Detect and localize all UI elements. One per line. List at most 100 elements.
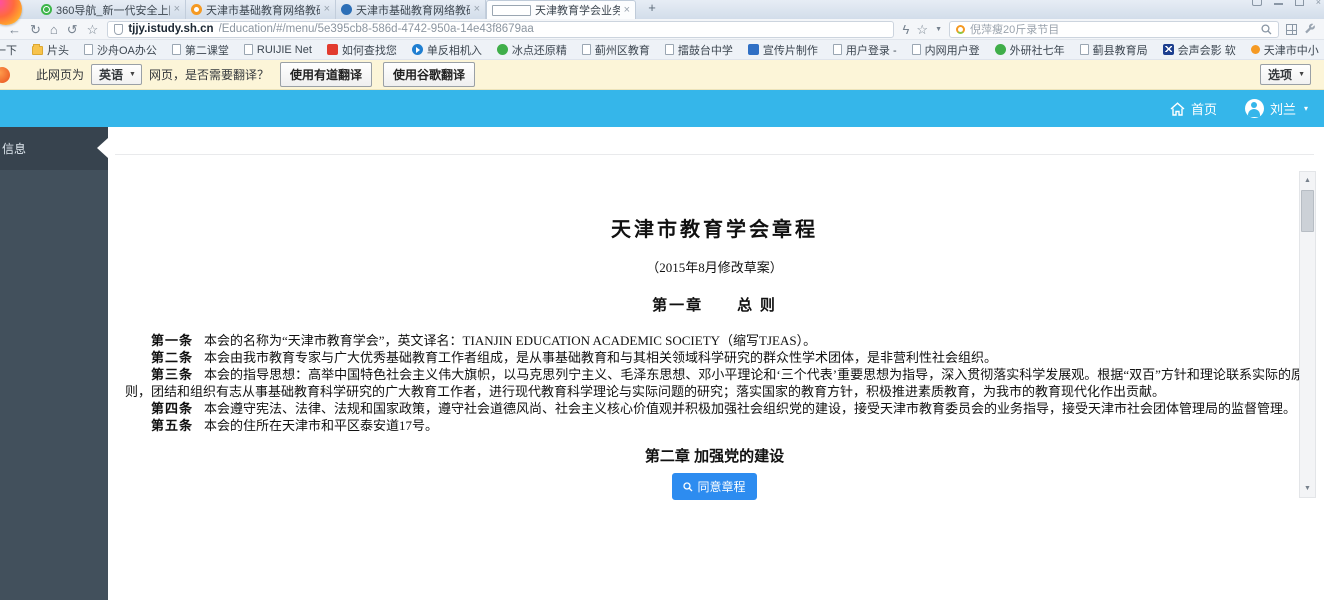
scroll-up-icon[interactable]: ▲ — [1300, 173, 1315, 188]
tab-favicon-blue-icon — [341, 4, 352, 15]
bookmark-item[interactable]: 片头 — [32, 42, 69, 58]
user-menu[interactable]: 刘兰 ▾ — [1244, 99, 1308, 118]
home-nav[interactable]: 首页 — [1170, 99, 1217, 118]
new-tab-button[interactable]: + — [640, 0, 664, 16]
youdao-translate-button[interactable]: 使用有道翻译 — [279, 62, 372, 87]
agree-charter-button[interactable]: 同意章程 — [672, 473, 757, 500]
tab-360-nav[interactable]: 360导航_新一代安全上网导航 × — [36, 0, 186, 19]
bookmark-item[interactable]: 一下 — [0, 42, 17, 58]
bookmark-label: 一下 — [0, 44, 17, 57]
tab-xuehui-active[interactable]: 天津教育学会业务管理平台 × — [486, 0, 636, 19]
bookmark-star-icon[interactable]: ☆ — [916, 23, 928, 36]
user-name: 刘兰 — [1269, 102, 1296, 117]
bookmark-label: 会声会影 软 — [1177, 44, 1236, 57]
tab-title: 天津教育学会业务管理平台 — [535, 5, 620, 17]
options-caret-icon: ▼ — [1298, 71, 1305, 78]
bookmark-item[interactable]: 天津市中小 — [1250, 42, 1319, 58]
translate-prefix: 此网页为 — [36, 68, 85, 82]
bookmark-item[interactable]: 宣传片制作 — [747, 42, 818, 58]
reload-icon[interactable]: ↻ — [30, 23, 41, 36]
translate-question: 网页，是否需要翻译？ — [148, 68, 269, 82]
magnifier-icon — [683, 481, 693, 491]
tab-close-icon[interactable]: × — [174, 4, 180, 15]
maximize-icon[interactable] — [1294, 0, 1304, 6]
home-icon[interactable]: ⌂ — [50, 23, 58, 36]
bookmark-item[interactable]: 内网用户登 — [911, 42, 980, 58]
sidebar: 信息 — [0, 127, 108, 600]
document-scrollbar[interactable]: ▲ ▼ — [1299, 171, 1316, 498]
options-label: 选项 — [1268, 68, 1293, 82]
minimize-icon[interactable] — [1273, 0, 1283, 5]
blue-badge-icon — [747, 44, 759, 55]
article-1: 第一条 本会的名称为“天津市教育学会”，英文译名：TIANJIN EDUCATIO… — [125, 332, 1304, 349]
magnifier-icon[interactable] — [1261, 23, 1272, 35]
charter-articles: 第一条 本会的名称为“天津市教育学会”，英文译名：TIANJIN EDUCATIO… — [125, 332, 1304, 434]
videostudio-v-icon — [1162, 44, 1174, 55]
tab-jiaoyan-2[interactable]: 天津市基础教育网络教研平台 × — [336, 0, 486, 19]
language-value: 英语 — [99, 68, 124, 82]
green-circle-icon — [496, 44, 508, 55]
bookmark-item[interactable]: 会声会影 软 — [1162, 42, 1236, 58]
bookmark-item[interactable]: 冰点还原精 — [496, 42, 567, 58]
tab-jiaoyan-1[interactable]: 天津市基础教育网络教研平台 × — [186, 0, 336, 19]
bookmark-label: 蓟县教育局 — [1092, 44, 1148, 57]
bookmark-item[interactable]: 擂鼓台中学 — [664, 42, 733, 58]
bookmark-label: 内网用户登 — [924, 44, 980, 57]
bookmark-label: 沙舟OA办公 — [97, 44, 157, 57]
sidebar-item-info[interactable]: 信息 — [0, 127, 108, 170]
translate-bar: 此网页为 英语 ▼ 网页，是否需要翻译？ 使用有道翻译 使用谷歌翻译 选项 ▼ — [0, 60, 1324, 90]
site-shield-icon[interactable] — [114, 23, 124, 35]
bookmark-item[interactable]: 如何查找您 — [326, 42, 397, 58]
theme-skin-icon[interactable] — [1251, 0, 1262, 6]
tab-favicon-360-icon — [41, 4, 52, 15]
page-icon — [581, 44, 591, 55]
scroll-down-icon[interactable]: ▼ — [1300, 481, 1315, 496]
tab-close-icon[interactable]: × — [474, 4, 480, 15]
tab-title: 天津市基础教育网络教研平台 — [206, 4, 320, 17]
tab-favicon-document-icon — [492, 4, 531, 16]
options-button[interactable]: 选项 ▼ — [1260, 64, 1311, 85]
tab-title: 360导航_新一代安全上网导航 — [56, 4, 170, 17]
bookmark-item[interactable]: 蓟州区教育 — [581, 42, 650, 58]
article-text: 本会的名称为“天津市教育学会”，英文译名：TIANJIN EDUCATION A… — [204, 333, 817, 348]
window-close-icon[interactable]: × — [1316, 0, 1321, 7]
undo-icon[interactable]: ↺ — [67, 23, 78, 36]
bookmark-item[interactable]: 第二课堂 — [171, 42, 229, 58]
play-circle-icon — [411, 44, 423, 55]
document-title: 天津市教育学会章程 — [611, 219, 818, 241]
tab-title: 天津市基础教育网络教研平台 — [356, 4, 470, 17]
bookmark-item[interactable]: 单反相机入 — [411, 42, 482, 58]
page-icon — [664, 44, 674, 55]
bookmark-item[interactable]: 用户登录 - — [832, 42, 897, 58]
apps-grid-icon[interactable] — [1286, 23, 1297, 35]
bookmark-label: 擂鼓台中学 — [677, 44, 733, 57]
url-dropdown-icon[interactable]: ▼ — [935, 23, 942, 36]
page-icon — [243, 44, 253, 55]
favorite-star-icon[interactable]: ☆ — [87, 23, 99, 36]
scrollbar-thumb[interactable] — [1301, 190, 1314, 232]
bookmark-item[interactable]: RUIJIE Net — [243, 44, 312, 56]
url-bar[interactable]: tjjy.istudy.sh.cn/Education/#/menu/5e395… — [107, 20, 894, 38]
bookmark-item[interactable]: 外研社七年 — [994, 42, 1065, 58]
bookmarks-bar: 一下 片头 沙舟OA办公 第二课堂 RUIJIE Net 如何查找您 单反相机入… — [0, 40, 1324, 60]
bookmark-item[interactable]: 沙舟OA办公 — [84, 42, 157, 58]
page-icon — [832, 44, 842, 55]
bookmark-label: 蓟州区教育 — [594, 44, 650, 57]
bookmark-item[interactable]: 蓟县教育局 — [1079, 42, 1148, 58]
house-icon — [1170, 101, 1185, 116]
selected-arrow-icon — [97, 138, 108, 158]
tab-close-icon[interactable]: × — [324, 4, 330, 15]
document-pane: 天津市教育学会章程 （2015年8月修改草案） 第一章 总 则 第一条 本会的名称… — [108, 127, 1324, 600]
tab-close-icon[interactable]: × — [624, 4, 630, 16]
article-text: 本会遵守宪法、法律、法规和国家政策，遵守社会道德风尚、社会主义核心价值观并积极加… — [204, 401, 1297, 416]
language-select[interactable]: 英语 ▼ — [91, 64, 142, 85]
page-icon — [171, 44, 181, 55]
search-input[interactable]: 倪萍瘦20斤录节目 — [949, 20, 1279, 38]
wrench-icon[interactable] — [1304, 23, 1316, 35]
lightning-icon[interactable]: ϟ — [903, 23, 910, 36]
google-translate-button[interactable]: 使用谷歌翻译 — [383, 62, 476, 87]
url-host: tjjy.istudy.sh.cn — [128, 23, 214, 35]
article-2: 第二条 本会由我市教育专家与广大优秀基础教育工作者组成，是从事基础教育和与其相关领… — [125, 349, 1304, 366]
content-divider — [115, 154, 1314, 155]
article-number: 第一条 — [151, 333, 194, 348]
